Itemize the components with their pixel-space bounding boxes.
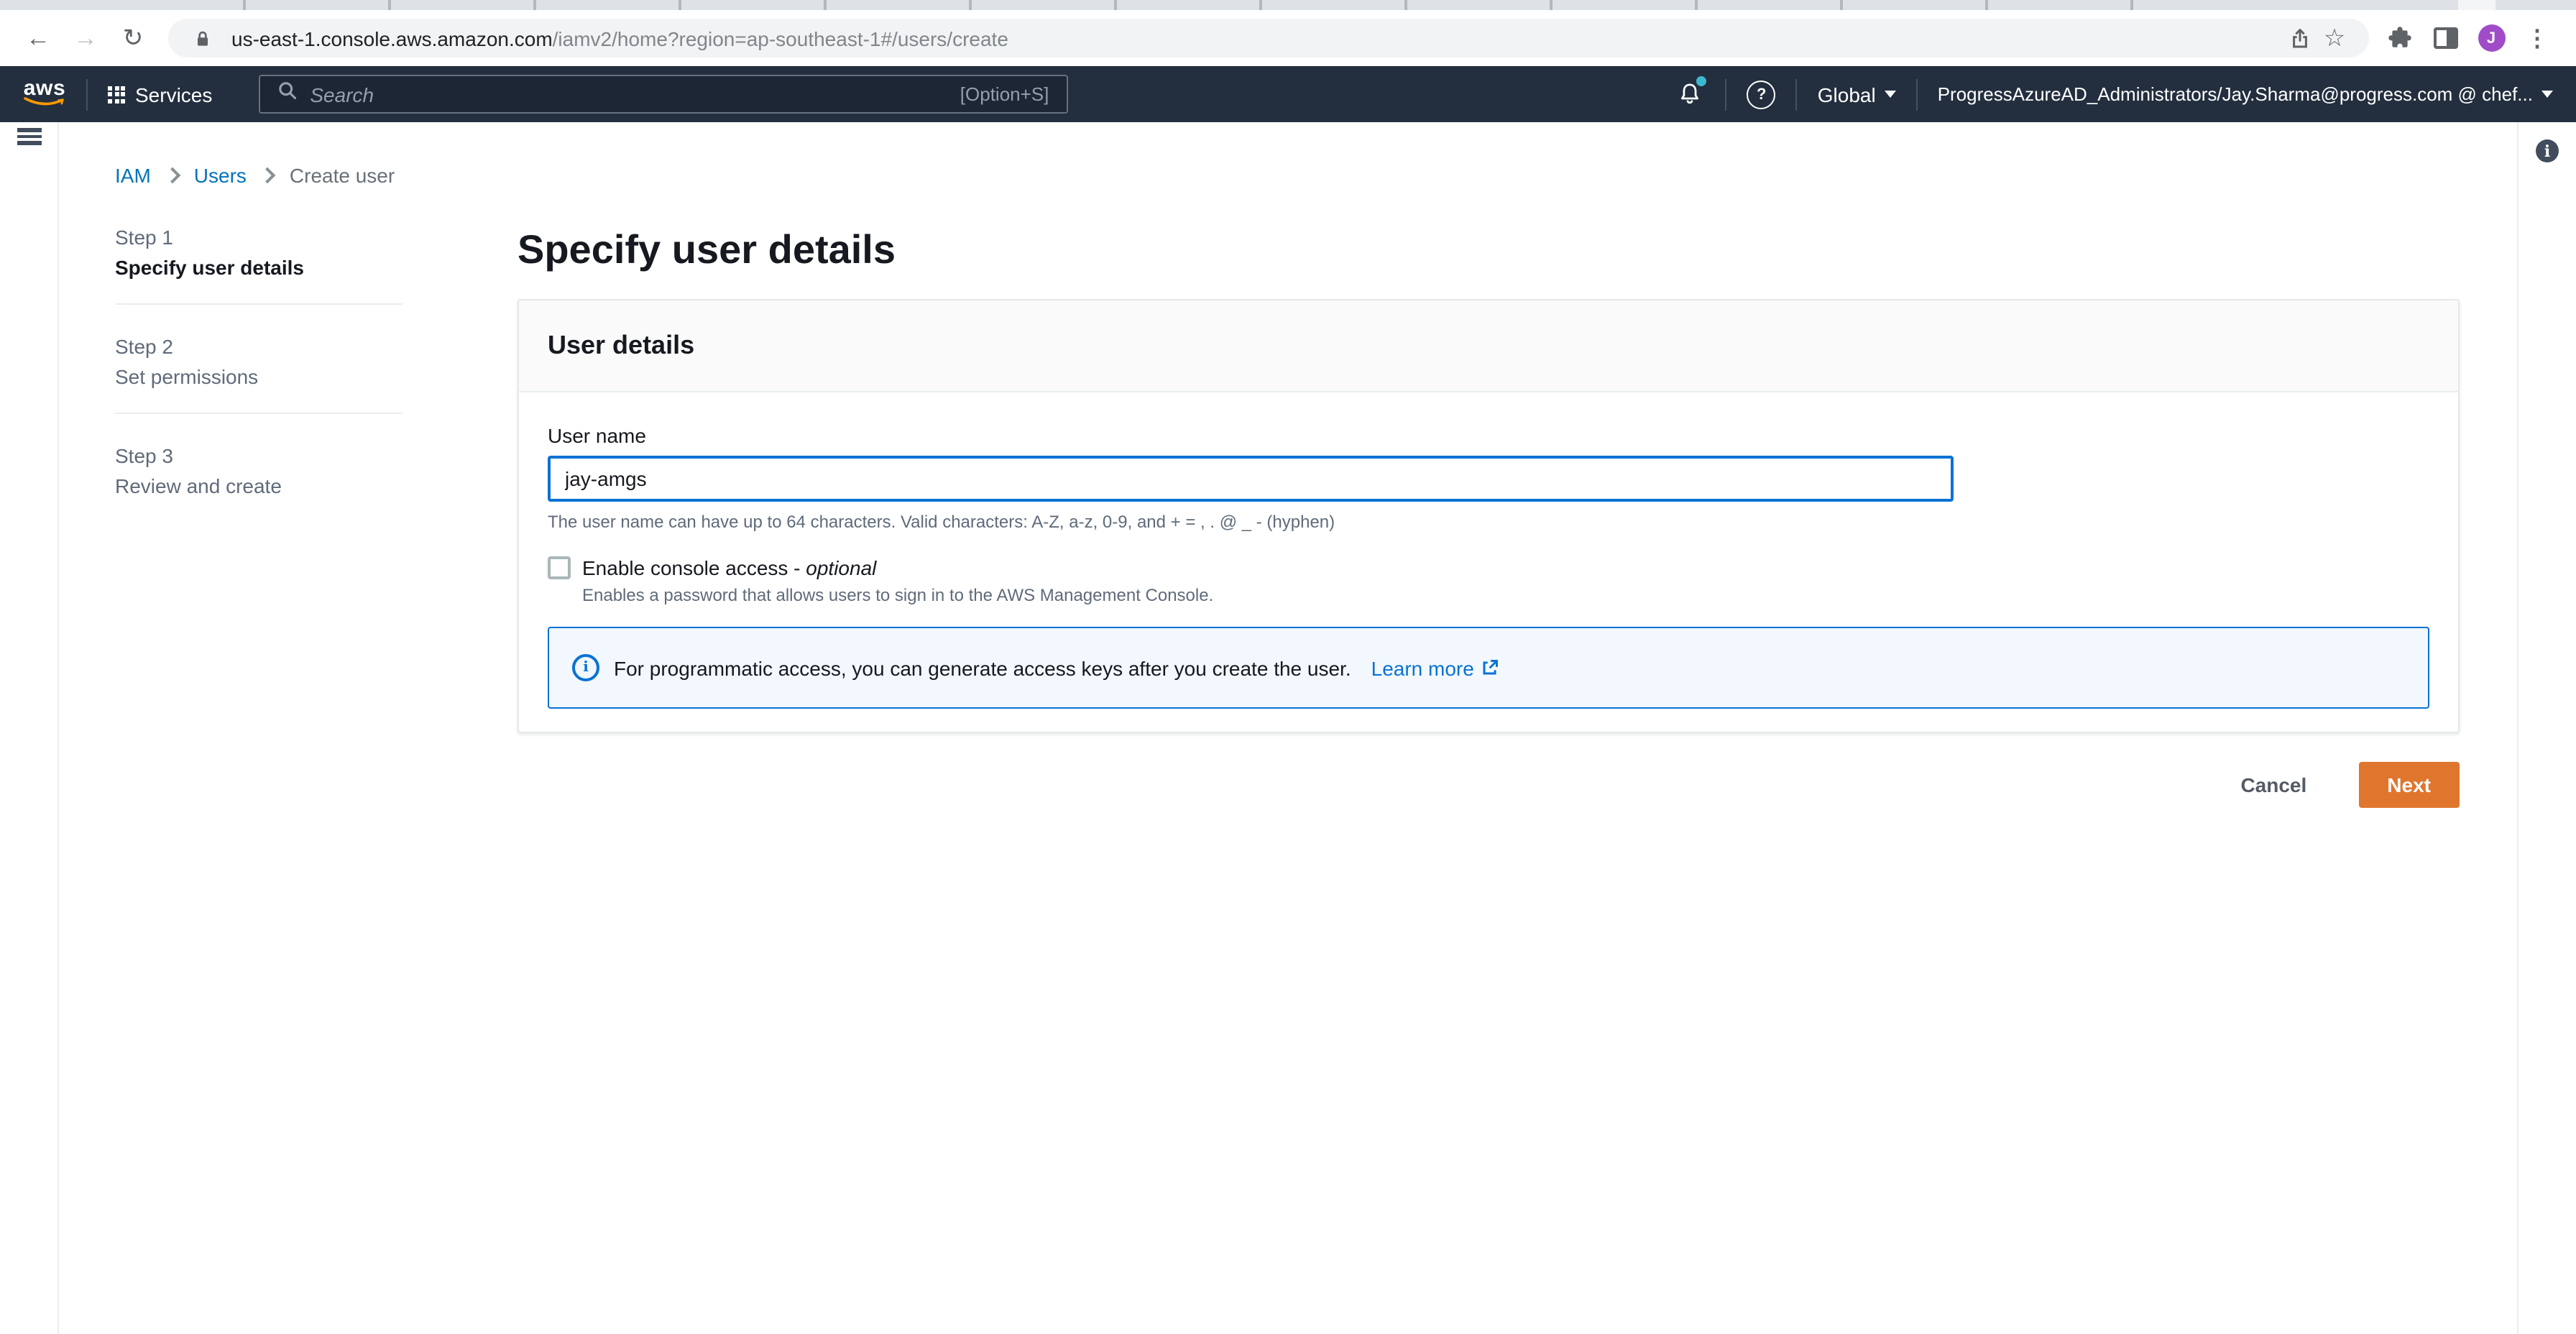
forward-icon[interactable]: → <box>66 19 105 58</box>
step-label: Step 2 <box>115 335 173 358</box>
optional-label: optional <box>806 556 877 579</box>
url-path: /iamv2/home?region=ap-southeast-1#/users… <box>552 27 1008 50</box>
address-bar[interactable]: us-east-1.console.aws.amazon.com/iamv2/h… <box>168 19 2369 58</box>
screen: ← → ↻ us-east-1.console.aws.amazon.com/i… <box>0 0 2576 1334</box>
browser-menu-icon[interactable]: ⋮ <box>2518 19 2556 57</box>
extensions-puzzle-icon[interactable] <box>2380 19 2418 57</box>
chevron-right-icon <box>259 167 277 184</box>
side-panel-icon[interactable] <box>2426 19 2464 57</box>
nav-divider <box>1795 78 1798 110</box>
aws-logo[interactable]: aws <box>23 77 66 107</box>
services-label: Services <box>135 83 213 106</box>
bookmark-star-icon[interactable]: ☆ <box>2317 21 2352 55</box>
chevron-down-icon <box>1884 91 1896 98</box>
aws-top-nav: aws Services Search [Option+S] ? Global <box>0 66 2576 122</box>
console-access-checkbox[interactable] <box>548 556 571 579</box>
nav-divider <box>1915 78 1918 110</box>
learn-more-link[interactable]: Learn more <box>1371 656 1500 679</box>
nav-divider <box>1725 78 1727 110</box>
chevron-down-icon <box>2542 91 2553 98</box>
browser-tab-strip[interactable] <box>0 0 2576 10</box>
info-icon: i <box>572 654 599 681</box>
browser-profile-avatar[interactable]: J <box>2472 19 2510 57</box>
breadcrumb: IAM Users Create user <box>115 164 2517 187</box>
breadcrumb-iam-link[interactable]: IAM <box>115 164 151 187</box>
step-title: Set permissions <box>115 365 259 388</box>
info-panel-icon[interactable]: i <box>2536 139 2559 162</box>
console-access-label: Enable console access - optional <box>582 556 877 579</box>
url-host: us-east-1.console.aws.amazon.com <box>231 27 553 50</box>
browser-toolbar: ← → ↻ us-east-1.console.aws.amazon.com/i… <box>0 10 2576 66</box>
search-placeholder: Search <box>310 83 374 106</box>
step-title: Specify user details <box>115 256 305 279</box>
region-label: Global <box>1817 83 1876 106</box>
wizard-steps-nav: Step 1 Specify user details Step 2 Set p… <box>115 224 402 808</box>
wizard-step-1[interactable]: Step 1 Specify user details <box>115 224 402 305</box>
back-icon[interactable]: ← <box>19 19 58 58</box>
region-selector[interactable]: Global <box>1818 83 1896 106</box>
page-title: Specify user details <box>518 227 896 272</box>
tab-strip-gap <box>2458 0 2496 10</box>
alert-text: For programmatic access, you can generat… <box>614 656 1351 679</box>
username-helper-text: The user name can have up to 64 characte… <box>548 512 1335 532</box>
info-alert: i For programmatic access, you can gener… <box>548 627 2429 709</box>
console-access-description: Enables a password that allows users to … <box>582 585 1214 605</box>
wizard-step-3[interactable]: Step 3 Review and create <box>115 414 402 522</box>
aws-search-bar[interactable]: Search [Option+S] <box>258 75 1068 114</box>
username-label: User name <box>548 424 646 447</box>
wizard-step-2[interactable]: Step 2 Set permissions <box>115 305 402 414</box>
nav-divider <box>86 78 88 110</box>
lock-icon[interactable] <box>185 21 220 55</box>
share-icon[interactable] <box>2283 21 2317 55</box>
services-menu[interactable]: Services <box>108 83 212 106</box>
help-icon[interactable]: ? <box>1747 80 1776 109</box>
external-link-icon <box>1484 660 1499 675</box>
tab-separators <box>101 0 2257 10</box>
console-content: IAM Users Create user Step 1 Specify use… <box>0 122 2576 1334</box>
url-text[interactable]: us-east-1.console.aws.amazon.com/iamv2/h… <box>231 27 1008 50</box>
nav-right-group: ? Global ProgressAzureAD_Administrators/… <box>1674 75 2553 110</box>
services-grid-icon <box>108 86 125 103</box>
account-menu[interactable]: ProgressAzureAD_Administrators/Jay.Sharm… <box>1938 83 2553 105</box>
breadcrumb-current: Create user <box>289 164 395 187</box>
chevron-right-icon <box>164 167 181 184</box>
breadcrumb-users-link[interactable]: Users <box>194 164 247 187</box>
notification-dot <box>1696 75 1707 86</box>
hamburger-menu-icon[interactable] <box>17 128 41 144</box>
search-icon <box>277 80 297 108</box>
reload-icon[interactable]: ↻ <box>114 19 152 58</box>
card-header: User details <box>519 300 2458 392</box>
main-panel: IAM Users Create user Step 1 Specify use… <box>59 122 2517 1334</box>
left-rail <box>0 122 59 1334</box>
toolbar-right-icons: J ⋮ <box>2380 19 2562 57</box>
account-label: ProgressAzureAD_Administrators/Jay.Sharm… <box>1937 83 2533 105</box>
step-title: Review and create <box>115 474 282 497</box>
right-rail: i <box>2517 122 2576 1334</box>
search-shortcut: [Option+S] <box>960 83 1049 105</box>
wizard-footer: Cancel Next <box>518 762 2460 808</box>
card-body: User name The user name can have up to 6… <box>519 392 2458 732</box>
next-button[interactable]: Next <box>2358 762 2460 808</box>
step-label: Step 1 <box>115 226 173 249</box>
user-details-card: User details User name The user name can… <box>518 299 2460 733</box>
notifications-bell-icon[interactable] <box>1674 75 1707 110</box>
cancel-button[interactable]: Cancel <box>2232 772 2315 798</box>
step-label: Step 3 <box>115 444 173 467</box>
username-input[interactable] <box>548 456 1954 502</box>
